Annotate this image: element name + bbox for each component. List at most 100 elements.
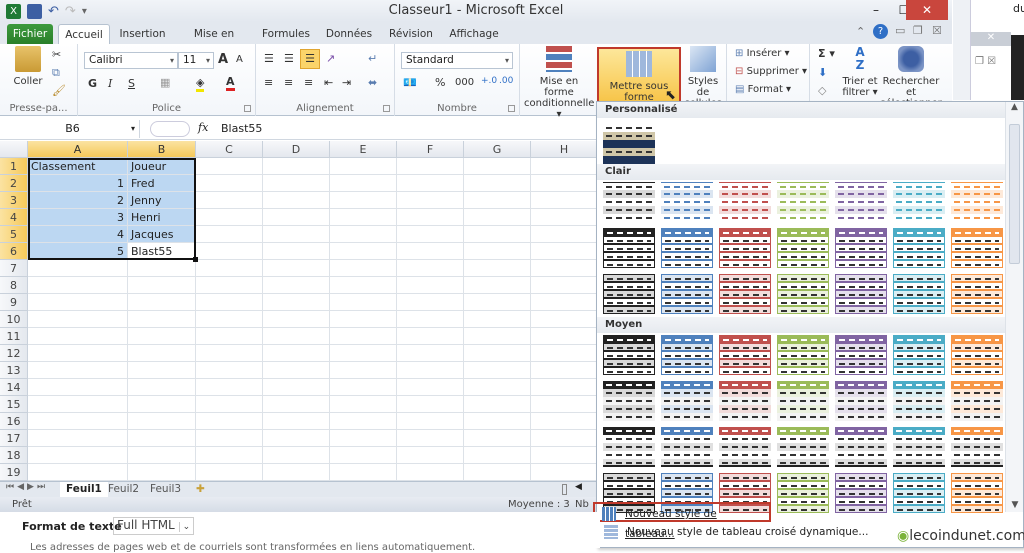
table-style-medium-18[interactable] — [777, 427, 829, 467]
font-size-select[interactable]: 11 ▾ — [178, 52, 214, 69]
cell-a2[interactable]: 1 — [28, 175, 128, 192]
table-style-light-11[interactable] — [777, 228, 829, 268]
cell-e12[interactable] — [330, 345, 397, 362]
cell-h7[interactable] — [531, 260, 598, 277]
cell-g19[interactable] — [464, 464, 531, 481]
cell-b4[interactable]: Henri — [128, 209, 196, 226]
row-header-9[interactable]: 9 — [0, 294, 28, 311]
cell-a12[interactable] — [28, 345, 128, 362]
cell-a4[interactable]: 3 — [28, 209, 128, 226]
align-middle-icon[interactable]: ☰ — [284, 52, 294, 65]
style-custom-1[interactable] — [603, 124, 655, 164]
cell-e13[interactable] — [330, 362, 397, 379]
cell-f13[interactable] — [397, 362, 464, 379]
cell-a13[interactable] — [28, 362, 128, 379]
row-header-15[interactable]: 15 — [0, 396, 28, 413]
table-style-light-20[interactable] — [893, 274, 945, 314]
cell-d15[interactable] — [263, 396, 330, 413]
cell-b18[interactable] — [128, 447, 196, 464]
cell-e15[interactable] — [330, 396, 397, 413]
cell-c16[interactable] — [196, 413, 263, 430]
cell-a10[interactable] — [28, 311, 128, 328]
cell-b8[interactable] — [128, 277, 196, 294]
cell-g14[interactable] — [464, 379, 531, 396]
cell-d10[interactable] — [263, 311, 330, 328]
row-header-5[interactable]: 5 — [0, 226, 28, 243]
cell-c10[interactable] — [196, 311, 263, 328]
cell-h14[interactable] — [531, 379, 598, 396]
cell-f7[interactable] — [397, 260, 464, 277]
row-header-18[interactable]: 18 — [0, 447, 28, 464]
cell-a5[interactable]: 4 — [28, 226, 128, 243]
cell-f10[interactable] — [397, 311, 464, 328]
cell-e17[interactable] — [330, 430, 397, 447]
copy-icon[interactable]: ⧉ — [52, 66, 60, 80]
hscroll-left-icon[interactable]: ◀ — [575, 482, 582, 492]
cell-e7[interactable] — [330, 260, 397, 277]
table-style-medium-5[interactable] — [835, 335, 887, 375]
sheet-tab-feuil3[interactable]: Feuil3 — [150, 482, 181, 497]
orientation-icon[interactable]: ↗ — [326, 52, 335, 65]
cell-c15[interactable] — [196, 396, 263, 413]
help-icon[interactable]: ? — [873, 24, 888, 39]
table-style-medium-27[interactable] — [893, 473, 945, 513]
underline-button[interactable]: S — [128, 77, 135, 90]
column-header-b[interactable]: B — [128, 141, 196, 158]
cell-d8[interactable] — [263, 277, 330, 294]
cell-g1[interactable] — [464, 158, 531, 175]
cell-e2[interactable] — [330, 175, 397, 192]
cell-d2[interactable] — [263, 175, 330, 192]
cell-b13[interactable] — [128, 362, 196, 379]
cell-d13[interactable] — [263, 362, 330, 379]
cell-f1[interactable] — [397, 158, 464, 175]
paste-button[interactable]: Coller — [8, 46, 48, 87]
formula-toggle[interactable] — [150, 121, 190, 137]
cell-f15[interactable] — [397, 396, 464, 413]
cell-a14[interactable] — [28, 379, 128, 396]
percent-button[interactable]: % — [435, 76, 445, 89]
increase-font-icon[interactable]: A — [218, 52, 228, 67]
cell-h13[interactable] — [531, 362, 598, 379]
cell-e10[interactable] — [330, 311, 397, 328]
cell-f14[interactable] — [397, 379, 464, 396]
table-style-medium-25[interactable] — [777, 473, 829, 513]
name-box[interactable]: B6 ▾ — [6, 120, 140, 138]
table-style-medium-10[interactable] — [719, 381, 771, 421]
row-header-11[interactable]: 11 — [0, 328, 28, 345]
row-header-3[interactable]: 3 — [0, 192, 28, 209]
cell-e3[interactable] — [330, 192, 397, 209]
cell-b17[interactable] — [128, 430, 196, 447]
font-name-select[interactable]: Calibri ▾ — [84, 52, 178, 69]
row-header-12[interactable]: 12 — [0, 345, 28, 362]
row-header-19[interactable]: 19 — [0, 464, 28, 481]
cell-c19[interactable] — [196, 464, 263, 481]
cell-c4[interactable] — [196, 209, 263, 226]
insert-sheet-icon[interactable]: ✚ — [196, 482, 205, 497]
cell-g18[interactable] — [464, 447, 531, 464]
workbook-close-icon[interactable]: ☒ — [932, 24, 942, 37]
table-style-light-21[interactable] — [951, 274, 1003, 314]
table-style-medium-1[interactable] — [603, 335, 655, 375]
cell-d3[interactable] — [263, 192, 330, 209]
number-launcher-icon[interactable] — [508, 105, 515, 112]
cell-e18[interactable] — [330, 447, 397, 464]
bold-button[interactable]: G — [88, 77, 97, 90]
cell-a6[interactable]: 5 — [28, 243, 128, 260]
thousands-button[interactable]: 000 — [455, 77, 474, 88]
cell-d11[interactable] — [263, 328, 330, 345]
minimize-button[interactable]: – — [862, 0, 890, 20]
cell-a15[interactable] — [28, 396, 128, 413]
table-style-medium-21[interactable] — [951, 427, 1003, 467]
cell-f3[interactable] — [397, 192, 464, 209]
sheet-tab-feuil1[interactable]: Feuil1 — [60, 482, 108, 497]
cell-e1[interactable] — [330, 158, 397, 175]
row-header-10[interactable]: 10 — [0, 311, 28, 328]
table-style-medium-20[interactable] — [893, 427, 945, 467]
cell-d6[interactable] — [263, 243, 330, 260]
cell-h12[interactable] — [531, 345, 598, 362]
currency-format-icon[interactable]: 💶 — [403, 76, 417, 89]
table-style-light-17[interactable] — [719, 274, 771, 314]
table-style-medium-6[interactable] — [893, 335, 945, 375]
cell-c7[interactable] — [196, 260, 263, 277]
tab-split-handle[interactable] — [562, 484, 567, 495]
